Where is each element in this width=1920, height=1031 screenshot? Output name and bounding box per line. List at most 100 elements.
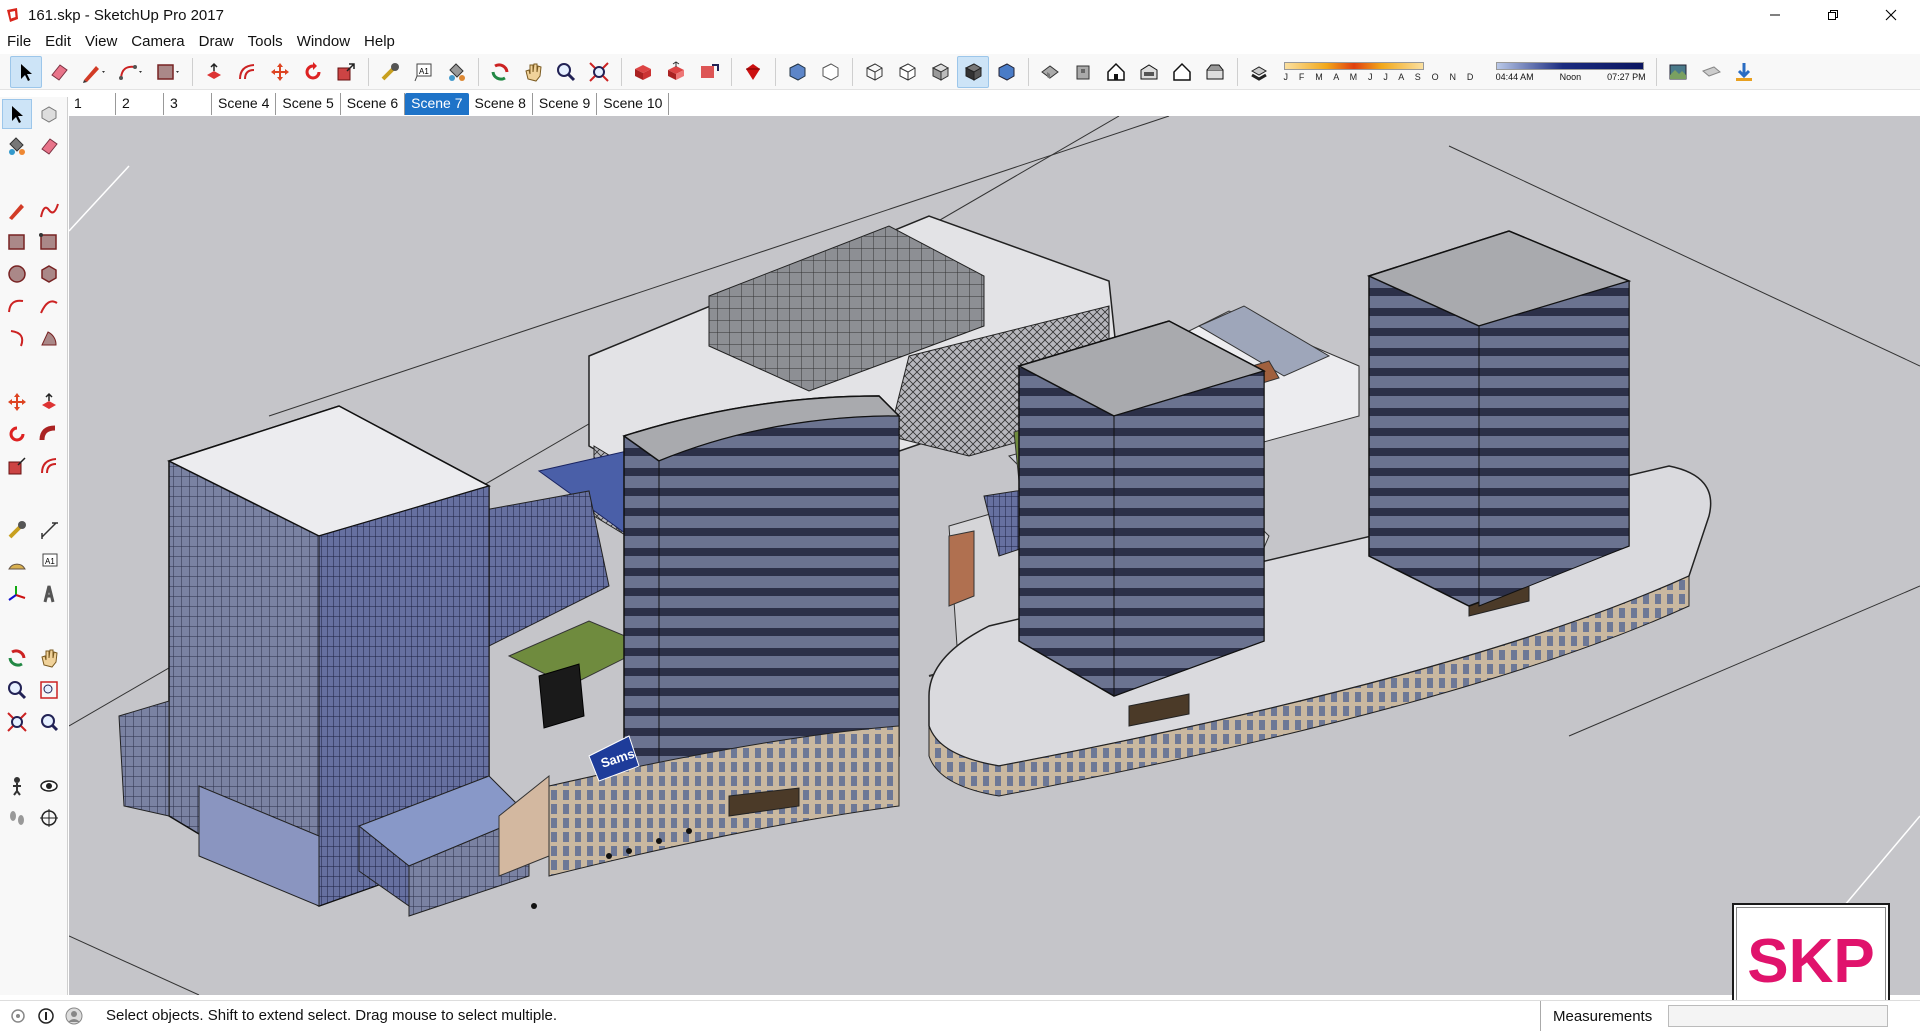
- section-plane-icon[interactable]: [34, 803, 64, 833]
- paint-bucket-tool-icon[interactable]: [440, 56, 472, 88]
- offset-icon[interactable]: [34, 451, 64, 481]
- three-point-arc-icon[interactable]: [2, 323, 32, 353]
- model-viewport[interactable]: Sams: [69, 116, 1920, 995]
- menu-window[interactable]: Window: [290, 33, 357, 50]
- rectangle-icon[interactable]: [2, 227, 32, 257]
- push-pull-icon[interactable]: [34, 387, 64, 417]
- close-icon[interactable]: [1862, 0, 1920, 30]
- minimize-icon[interactable]: [1746, 0, 1804, 30]
- 3d-text-icon[interactable]: [34, 579, 64, 609]
- text-icon[interactable]: A1: [34, 547, 64, 577]
- make-component-icon[interactable]: [34, 99, 64, 129]
- send-to-layout-icon[interactable]: [1728, 56, 1760, 88]
- measurements-input[interactable]: [1668, 1005, 1889, 1027]
- rectangle-tool-icon[interactable]: [150, 56, 186, 88]
- right-view-icon[interactable]: [1133, 56, 1165, 88]
- two-point-arc-icon[interactable]: [34, 291, 64, 321]
- select-icon[interactable]: [2, 99, 32, 129]
- polygon-icon[interactable]: [34, 259, 64, 289]
- text-tool-icon[interactable]: A1: [407, 56, 439, 88]
- wireframe-style-icon[interactable]: [858, 56, 890, 88]
- scene-tab-8[interactable]: Scene 8: [469, 93, 533, 115]
- xray-view-icon[interactable]: [814, 56, 846, 88]
- tape-measure-icon[interactable]: [2, 515, 32, 545]
- scene-tab-4[interactable]: Scene 4: [212, 93, 277, 115]
- shaded-style-icon[interactable]: [924, 56, 956, 88]
- geo-location-icon[interactable]: [8, 1006, 28, 1026]
- previous-view-icon[interactable]: [34, 707, 64, 737]
- eraser-icon[interactable]: [34, 131, 64, 161]
- menu-help[interactable]: Help: [357, 33, 402, 50]
- scene-tab-7[interactable]: Scene 7: [405, 93, 469, 115]
- pan-tool-icon[interactable]: [517, 56, 549, 88]
- look-around-icon[interactable]: [34, 771, 64, 801]
- model-view[interactable]: Sams: [69, 116, 1920, 995]
- select-tool-icon[interactable]: [10, 55, 42, 88]
- move-tool-icon[interactable]: [264, 56, 296, 88]
- restore-icon[interactable]: [1804, 0, 1862, 30]
- zoom-extents-tool-icon[interactable]: [583, 56, 615, 88]
- walk-icon[interactable]: [2, 803, 32, 833]
- zoom-extents-icon[interactable]: [2, 707, 32, 737]
- freehand-icon[interactable]: [34, 195, 64, 225]
- scene-tab-2[interactable]: 2: [116, 93, 164, 115]
- scene-tab-1[interactable]: 1: [68, 93, 116, 115]
- shadow-time-slider[interactable]: 04:44 AM Noon 07:27 PM: [1495, 56, 1646, 88]
- scene-tab-10[interactable]: Scene 10: [597, 93, 670, 115]
- shadow-date-bar[interactable]: [1283, 61, 1424, 70]
- menu-draw[interactable]: Draw: [192, 33, 241, 50]
- front-view-icon[interactable]: [1100, 56, 1132, 88]
- scene-tab-6[interactable]: Scene 6: [341, 93, 406, 115]
- add-location-icon[interactable]: [1695, 56, 1727, 88]
- menu-tools[interactable]: Tools: [241, 33, 290, 50]
- shadow-date-slider[interactable]: J F M A M J J A S O N D: [1283, 56, 1478, 88]
- push-pull-tool-icon[interactable]: [198, 56, 230, 88]
- line-icon[interactable]: [2, 195, 32, 225]
- scene-tab-3[interactable]: 3: [164, 93, 212, 115]
- credits-icon[interactable]: [36, 1006, 56, 1026]
- offset-tool-icon[interactable]: [231, 56, 263, 88]
- orbit-icon[interactable]: [2, 643, 32, 673]
- follow-me-icon[interactable]: [34, 419, 64, 449]
- dimension-icon[interactable]: [34, 515, 64, 545]
- iso-camera-icon[interactable]: [1034, 56, 1066, 88]
- photo-textures-icon[interactable]: [1662, 56, 1694, 88]
- arc-icon[interactable]: [2, 291, 32, 321]
- menu-file[interactable]: File: [0, 33, 38, 50]
- protractor-icon[interactable]: [2, 547, 32, 577]
- iso-view-icon[interactable]: [781, 56, 813, 88]
- move-icon[interactable]: [2, 387, 32, 417]
- hidden-line-style-icon[interactable]: [891, 56, 923, 88]
- axes-icon[interactable]: [2, 579, 32, 609]
- scene-tab-5[interactable]: Scene 5: [276, 93, 341, 115]
- menu-camera[interactable]: Camera: [124, 33, 191, 50]
- pan-icon[interactable]: [34, 643, 64, 673]
- pie-icon[interactable]: [34, 323, 64, 353]
- arc-tool-icon[interactable]: [113, 56, 149, 88]
- menu-view[interactable]: View: [78, 33, 124, 50]
- orbit-tool-icon[interactable]: [484, 56, 516, 88]
- rotated-rectangle-icon[interactable]: [34, 227, 64, 257]
- pencil-tool-icon[interactable]: [76, 56, 112, 88]
- monochrome-style-icon[interactable]: [990, 56, 1022, 88]
- 3d-warehouse-icon[interactable]: [627, 56, 659, 88]
- circle-icon[interactable]: [2, 259, 32, 289]
- position-camera-icon[interactable]: [2, 771, 32, 801]
- shadows-toggle-icon[interactable]: [1243, 56, 1275, 88]
- rotate-icon[interactable]: [2, 419, 32, 449]
- tape-measure-tool-icon[interactable]: [374, 56, 406, 88]
- shaded-textures-style-icon[interactable]: [957, 55, 989, 88]
- shadow-time-bar[interactable]: [1495, 61, 1644, 70]
- zoom-icon[interactable]: [2, 675, 32, 705]
- eraser-tool-icon[interactable]: [43, 56, 75, 88]
- left-view-icon[interactable]: [1199, 56, 1231, 88]
- rotate-tool-icon[interactable]: [297, 56, 329, 88]
- share-component-icon[interactable]: [660, 56, 692, 88]
- menu-edit[interactable]: Edit: [38, 33, 78, 50]
- top-view-icon[interactable]: [1067, 56, 1099, 88]
- zoom-window-icon[interactable]: [34, 675, 64, 705]
- extension-warehouse-icon[interactable]: [737, 56, 769, 88]
- back-view-icon[interactable]: [1166, 56, 1198, 88]
- user-icon[interactable]: [64, 1006, 84, 1026]
- scale-tool-icon[interactable]: [330, 56, 362, 88]
